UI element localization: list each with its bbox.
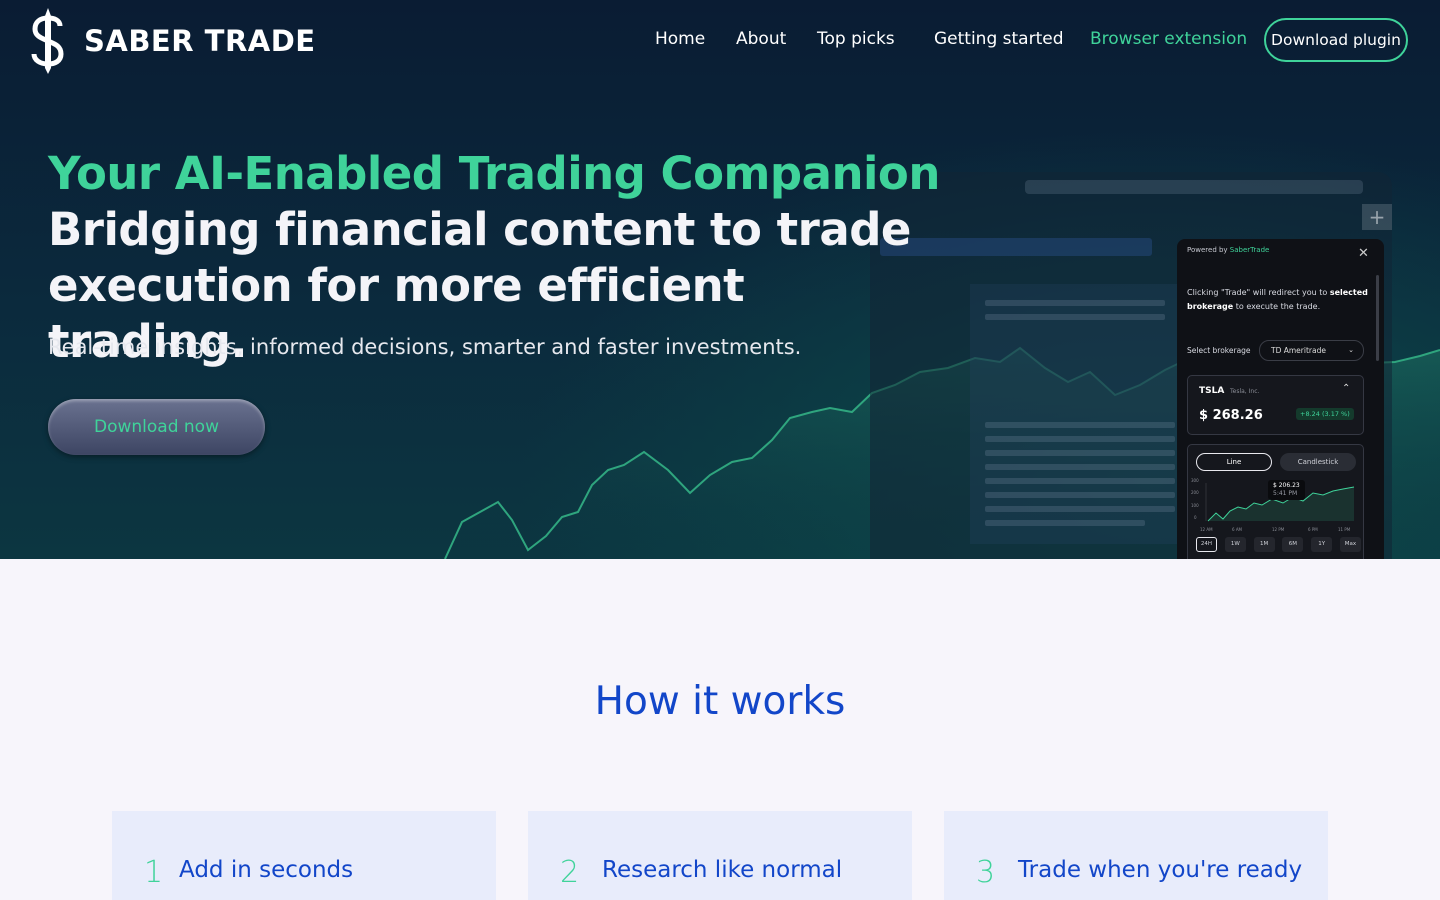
range-1w[interactable]: 1W — [1224, 537, 1246, 552]
mock-address-bar — [1025, 180, 1363, 194]
step-card: 1 Add in seconds — [112, 811, 496, 900]
step-text: Research like normal — [602, 857, 843, 883]
y-tick: 0 — [1194, 515, 1197, 520]
range-6m[interactable]: 6M — [1282, 537, 1304, 552]
dollar-sword-icon — [31, 8, 64, 74]
chevron-down-icon: ⌄ — [1348, 346, 1354, 354]
mock-text-line — [985, 464, 1175, 470]
step-text: Trade when you're ready — [1018, 857, 1303, 883]
x-tick: 11 PM — [1338, 527, 1351, 532]
nav-top-picks[interactable]: Top picks — [817, 29, 895, 49]
mock-text-line — [985, 300, 1165, 306]
range-max[interactable]: Max — [1339, 537, 1361, 552]
mock-text-line — [985, 506, 1175, 512]
mock-text-line — [985, 314, 1165, 320]
tab-line[interactable]: Line — [1196, 453, 1272, 471]
mock-content-block — [970, 284, 1180, 544]
mock-text-line — [985, 478, 1175, 484]
nav-home[interactable]: Home — [655, 29, 705, 49]
nav-browser-extension[interactable]: Browser extension — [1090, 29, 1247, 49]
brand-logo[interactable]: SABER TRADE — [30, 8, 316, 74]
download-now-button[interactable]: Download now — [48, 399, 265, 455]
range-1m[interactable]: 1M — [1253, 537, 1275, 552]
step-card: 2 Research like normal — [528, 811, 912, 900]
plugin-panel: Powered by SaberTrade ✕ Clicking "Trade"… — [1177, 239, 1384, 559]
stock-card[interactable]: TSLA Tesla, Inc. ⌃ $ 268.26 +8.24 (3.17 … — [1187, 375, 1364, 435]
x-tick: 12 AM — [1200, 527, 1213, 532]
redirect-info: Clicking "Trade" will redirect you to se… — [1187, 288, 1368, 311]
x-tick: 6 PM — [1308, 527, 1318, 532]
step-text: Add in seconds — [179, 857, 354, 883]
how-it-works-title: How it works — [594, 679, 846, 724]
mock-text-line — [985, 436, 1175, 442]
stock-price: $ 268.26 — [1199, 408, 1263, 423]
hero-subtitle: Real-time insights, informed decisions, … — [48, 335, 802, 359]
mock-text-line — [985, 450, 1175, 456]
mock-plus-icon: + — [1362, 204, 1392, 230]
tab-candlestick[interactable]: Candlestick — [1280, 453, 1356, 471]
step-number: 2 — [560, 855, 580, 890]
hero-section: + Powered by SaberTrade ✕ Clicking "Trad… — [0, 0, 1440, 559]
download-plugin-button[interactable]: Download plugin — [1264, 18, 1408, 62]
y-tick: 100 — [1191, 503, 1199, 508]
nav-about[interactable]: About — [736, 29, 786, 49]
chart-tooltip: $ 206.23 5:41 PM — [1268, 480, 1305, 500]
brokerage-select[interactable]: TD Ameritrade ⌄ — [1259, 340, 1364, 361]
range-1y[interactable]: 1Y — [1311, 537, 1333, 552]
top-nav: SABER TRADE Home About Top picks Getting… — [0, 0, 1440, 80]
nav-getting-started[interactable]: Getting started — [934, 29, 1064, 49]
brand-name: SABER TRADE — [84, 24, 316, 58]
step-number: 3 — [976, 855, 996, 890]
brokerage-label: Select brokerage — [1187, 346, 1251, 355]
close-icon[interactable]: ✕ — [1358, 246, 1369, 261]
y-tick: 300 — [1191, 478, 1199, 483]
stock-name: Tesla, Inc. — [1230, 388, 1260, 395]
mock-text-line — [985, 520, 1145, 526]
powered-by-text: Powered by SaberTrade — [1187, 246, 1270, 254]
stock-symbol: TSLA — [1199, 386, 1225, 396]
range-selector: 24H 1W 1M 6M 1Y Max — [1196, 537, 1361, 552]
x-tick: 6 AM — [1232, 527, 1243, 532]
headline-accent: Your AI-Enabled Trading Companion — [48, 147, 940, 200]
mock-text-line — [985, 492, 1175, 498]
range-24h[interactable]: 24H — [1196, 537, 1217, 552]
mock-text-line — [985, 422, 1175, 428]
panel-scrollbar[interactable] — [1376, 275, 1379, 361]
stock-change-badge: +8.24 (3.17 %) — [1296, 408, 1354, 420]
step-number: 1 — [144, 855, 164, 890]
step-card: 3 Trade when you're ready — [944, 811, 1328, 900]
x-tick: 12 PM — [1272, 527, 1285, 532]
chevron-up-icon[interactable]: ⌃ — [1342, 383, 1350, 394]
mini-chart-card: Line Candlestick 300 200 100 0 12 AM 6 A… — [1187, 444, 1364, 559]
y-tick: 200 — [1191, 490, 1199, 495]
